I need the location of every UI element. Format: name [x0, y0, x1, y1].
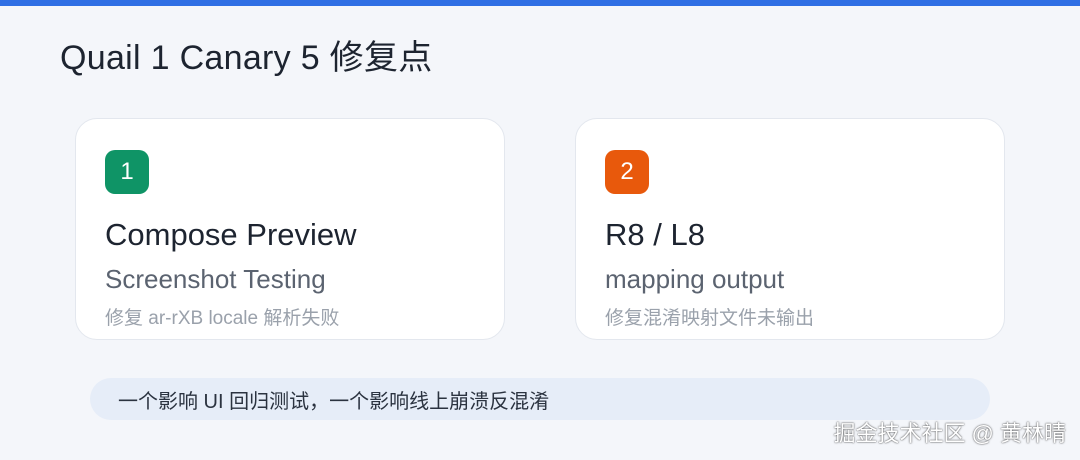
card-description: 修复混淆映射文件未输出: [605, 308, 815, 329]
summary-text: 一个影响 UI 回归测试，一个影响线上崩溃反混淆: [118, 390, 550, 413]
top-accent-bar: [0, 0, 1080, 6]
card-subtitle: Screenshot Testing: [105, 264, 326, 294]
card-title: Compose Preview: [105, 217, 357, 252]
summary-banner: 一个影响 UI 回归测试，一个影响线上崩溃反混淆: [90, 378, 990, 420]
watermark: 掘金技术社区 @ 黄林晴: [833, 421, 1066, 446]
fix-card-compose-preview: 1 Compose Preview Screenshot Testing 修复 …: [75, 118, 505, 340]
page-title: Quail 1 Canary 5 修复点: [60, 39, 433, 77]
fix-card-r8-l8: 2 R8 / L8 mapping output 修复混淆映射文件未输出: [575, 118, 1005, 340]
card-title: R8 / L8: [605, 217, 705, 252]
card-subtitle: mapping output: [605, 264, 785, 294]
card-description: 修复 ar-rXB locale 解析失败: [105, 308, 340, 329]
card-number-badge: 2: [605, 150, 649, 194]
card-number-badge: 1: [105, 150, 149, 194]
